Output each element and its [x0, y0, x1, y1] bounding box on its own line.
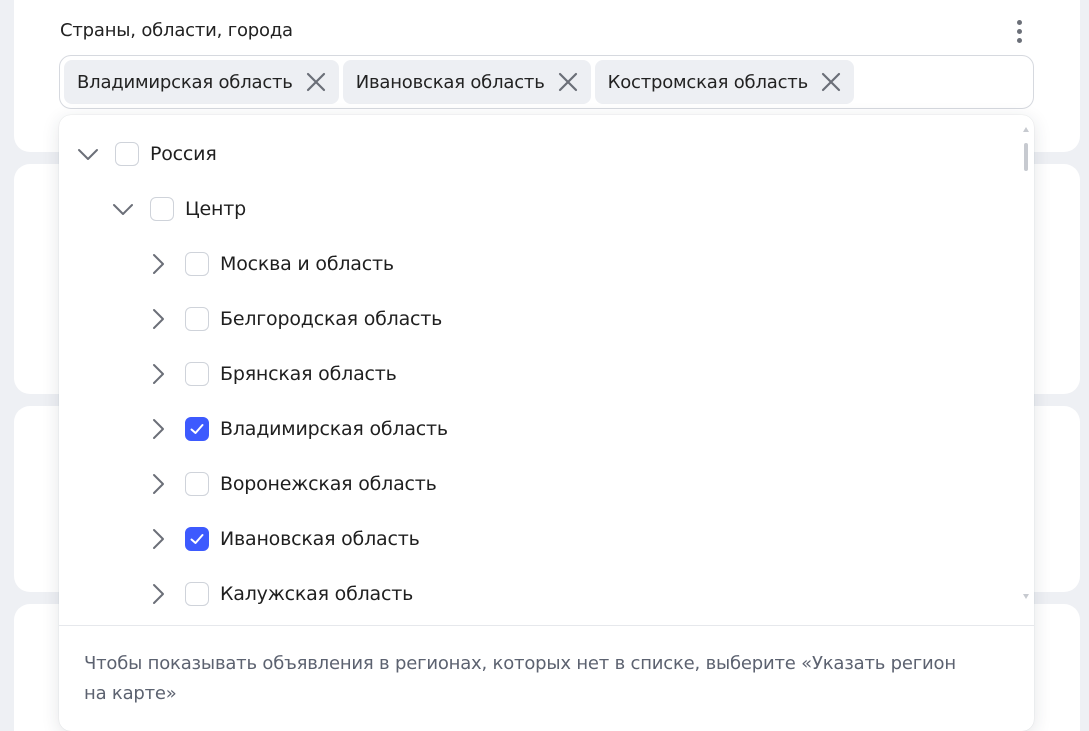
- close-icon[interactable]: [557, 71, 579, 93]
- field-label: Страны, области, города: [60, 20, 293, 41]
- tree-item-label: Белгородская область: [220, 308, 443, 330]
- chevron-right-icon[interactable]: [145, 526, 171, 552]
- chip-label: Владимирская область: [77, 71, 293, 93]
- tree-item[interactable]: Воронежская область: [145, 464, 437, 504]
- checkbox[interactable]: [115, 142, 139, 166]
- more-vertical-icon-dot: [1016, 28, 1022, 34]
- tree-item[interactable]: Ивановская область: [145, 519, 420, 559]
- check-icon: [190, 424, 204, 434]
- region-dropdown: Россия Центр Москва и область Белгородск…: [59, 115, 1034, 731]
- checkbox[interactable]: [185, 472, 209, 496]
- chip-label: Костромская область: [607, 71, 809, 93]
- tree-item-label: Москва и область: [220, 253, 394, 275]
- chevron-right-icon[interactable]: [145, 306, 171, 332]
- checkbox[interactable]: [185, 252, 209, 276]
- chevron-down-icon[interactable]: [75, 141, 101, 167]
- tree-item[interactable]: Центр: [110, 189, 246, 229]
- chevron-right-icon[interactable]: [145, 251, 171, 277]
- scroll-up-arrow-icon[interactable]: [1023, 127, 1029, 132]
- checkbox-checked[interactable]: [185, 527, 209, 551]
- tree-item[interactable]: Владимирская область: [145, 409, 448, 449]
- close-icon[interactable]: [305, 71, 327, 93]
- checkbox[interactable]: [185, 582, 209, 606]
- region-tree: Россия Центр Москва и область Белгородск…: [59, 115, 1019, 625]
- hint-text: Чтобы показывать объявления в регионах, …: [84, 653, 956, 704]
- check-icon: [190, 534, 204, 544]
- tree-item-label: Владимирская область: [220, 418, 448, 440]
- tree-item[interactable]: Белгородская область: [145, 299, 442, 339]
- checkbox[interactable]: [185, 307, 209, 331]
- checkbox[interactable]: [150, 197, 174, 221]
- chip-label: Ивановская область: [355, 71, 545, 93]
- tree-item[interactable]: Россия: [75, 134, 217, 174]
- chevron-down-icon[interactable]: [110, 196, 136, 222]
- scrollbar-thumb[interactable]: [1024, 143, 1028, 171]
- more-vertical-icon-dot: [1016, 37, 1022, 43]
- tree-item-label: Центр: [185, 198, 246, 220]
- tree-item-label: Калужская область: [220, 583, 414, 605]
- more-options-button[interactable]: [1008, 16, 1030, 46]
- tree-item-label: Россия: [150, 143, 217, 165]
- checkbox-checked[interactable]: [185, 417, 209, 441]
- divider: [59, 625, 1034, 626]
- checkbox[interactable]: [185, 362, 209, 386]
- tree-item[interactable]: Брянская область: [145, 354, 397, 394]
- region-chip: Владимирская область: [64, 60, 339, 104]
- region-chip: Ивановская область: [342, 60, 591, 104]
- chevron-right-icon[interactable]: [145, 471, 171, 497]
- region-chip: Костромская область: [594, 60, 854, 104]
- tree-item-label: Ивановская область: [220, 528, 420, 550]
- tree-item-label: Воронежская область: [220, 473, 437, 495]
- chevron-right-icon[interactable]: [145, 416, 171, 442]
- scroll-down-arrow-icon[interactable]: [1023, 594, 1029, 599]
- tree-item[interactable]: Калужская область: [145, 574, 413, 614]
- chevron-right-icon[interactable]: [145, 361, 171, 387]
- more-vertical-icon: [1016, 19, 1022, 25]
- close-icon[interactable]: [820, 71, 842, 93]
- tree-item[interactable]: Москва и область: [145, 244, 394, 284]
- selected-regions-input[interactable]: Владимирская область Ивановская область …: [59, 55, 1034, 109]
- scrollbar[interactable]: [1021, 127, 1031, 607]
- chevron-right-icon[interactable]: [145, 581, 171, 607]
- tree-item-label: Брянская область: [220, 363, 397, 385]
